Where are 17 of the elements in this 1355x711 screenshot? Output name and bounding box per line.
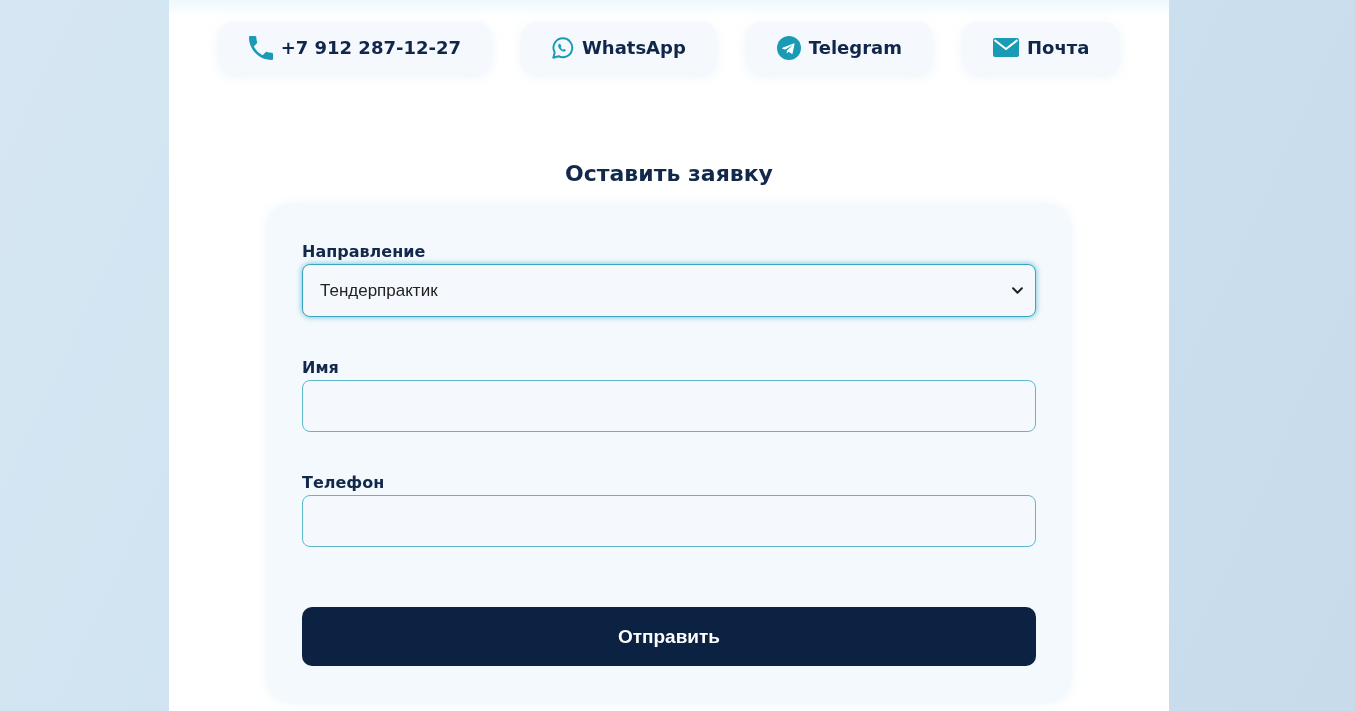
telegram-link[interactable]: Telegram xyxy=(746,22,932,73)
whatsapp-link[interactable]: WhatsApp xyxy=(522,22,716,73)
speech-bubble-phone-icon xyxy=(552,36,574,59)
chevron-down-icon xyxy=(1012,287,1023,294)
submit-button[interactable]: Отправить xyxy=(302,607,1036,666)
phone-icon xyxy=(248,35,273,60)
mail-link[interactable]: Почта xyxy=(962,22,1120,73)
field-label: Направление xyxy=(302,242,426,262)
select-field[interactable]: Тендерпрактик xyxy=(302,264,1036,317)
paper-plane-icon xyxy=(776,35,801,60)
phone-link[interactable]: +7 912 287-12-27 xyxy=(218,22,491,73)
text-input[interactable] xyxy=(302,495,1036,547)
field-label: Телефон xyxy=(302,473,385,493)
form-title: Оставить заявку xyxy=(564,160,774,188)
envelope-icon xyxy=(992,38,1019,57)
field-label: Имя xyxy=(302,358,339,378)
text-input[interactable] xyxy=(302,380,1036,432)
